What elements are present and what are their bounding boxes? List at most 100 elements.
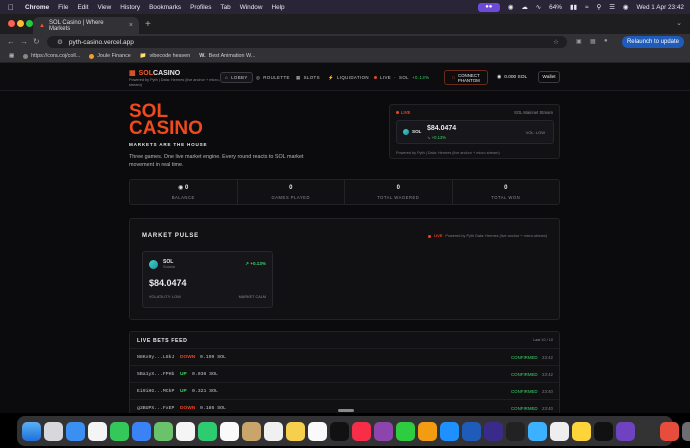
- tab-close-icon[interactable]: ×: [129, 22, 133, 29]
- menu-window[interactable]: Window: [240, 4, 263, 11]
- menu-app-name[interactable]: Chrome: [25, 4, 49, 11]
- search-icon[interactable]: ⚲: [597, 3, 602, 11]
- menubar-clock[interactable]: Wed 1 Apr 23:42: [637, 4, 685, 11]
- table-row[interactable]: N8Kx9y...L8kJ DOWN 0.199 SOL CONFIRMED 2…: [130, 348, 559, 365]
- menu-help[interactable]: Help: [271, 4, 284, 11]
- extension-puzzle-icon[interactable]: ▦: [590, 38, 596, 45]
- minimize-window-button[interactable]: [17, 20, 24, 27]
- url-text: pyth-casino.vercel.app: [68, 38, 134, 46]
- zoom-window-button[interactable]: [26, 20, 33, 27]
- close-window-button[interactable]: [8, 20, 15, 27]
- control-center-icon[interactable]: ☰: [609, 3, 615, 11]
- bookmark-item[interactable]: https://cora.coj/coll...: [23, 53, 80, 59]
- contacts-icon[interactable]: [242, 421, 261, 441]
- battery-icon[interactable]: ▮▮: [570, 3, 577, 11]
- bookmark-item[interactable]: Joule Finance: [89, 53, 131, 59]
- mail-icon[interactable]: [132, 421, 151, 441]
- connect-phantom-button[interactable]: □ CONNECT PHANTOM: [444, 70, 488, 85]
- freeform-icon[interactable]: [308, 421, 327, 441]
- live-separator: ·: [394, 75, 396, 80]
- cloud-icon[interactable]: ☁: [521, 3, 527, 11]
- live-dot-icon: [396, 111, 399, 114]
- site-info-icon[interactable]: ⚙: [57, 38, 63, 46]
- nav-balance[interactable]: ◉ 0.000 SOL: [497, 72, 527, 83]
- wallet-button[interactable]: Wallet: [538, 71, 560, 83]
- facetime-icon[interactable]: [198, 421, 217, 441]
- scroll-indicator[interactable]: [338, 409, 354, 412]
- nav-lobby-button[interactable]: ⌂ LOBBY: [220, 72, 253, 83]
- coin-icon: ◉: [497, 75, 502, 80]
- app-icon[interactable]: [660, 421, 679, 441]
- maps-icon[interactable]: [154, 421, 173, 441]
- bookmark-star-icon[interactable]: ☆: [553, 38, 559, 46]
- market-pulse-source: LIVE Powered by Pyth Data: Hermes (live …: [427, 234, 547, 238]
- forward-arrow-icon[interactable]: →: [20, 37, 28, 46]
- sol-market-card[interactable]: SOL Solana ↗ +0.13% $84.0474 VOLATILITY:…: [142, 251, 273, 308]
- menu-bookmarks[interactable]: Bookmarks: [149, 4, 181, 11]
- table-row[interactable]: 5Ba1yX...FPHb UP 0.036 SOL CONFIRMED 23:…: [130, 365, 559, 382]
- app-icon[interactable]: [484, 421, 503, 441]
- menu-tab[interactable]: Tab: [220, 4, 230, 11]
- settings-icon[interactable]: [88, 421, 107, 441]
- app-store-icon[interactable]: [66, 421, 85, 441]
- numbers-icon[interactable]: [396, 421, 415, 441]
- reload-icon[interactable]: ↻: [33, 37, 40, 46]
- bet-direction: DOWN: [180, 355, 196, 360]
- slots-icon: ▦: [296, 74, 301, 80]
- activity-monitor-icon[interactable]: [594, 421, 613, 441]
- app-icon[interactable]: [638, 421, 657, 441]
- messages-icon[interactable]: [110, 421, 129, 441]
- finder-icon[interactable]: [22, 421, 41, 441]
- tv-icon[interactable]: [330, 421, 349, 441]
- nav-slots-button[interactable]: ▦ SLOTS: [296, 72, 320, 83]
- bookmarks-apps-icon[interactable]: ▦: [9, 53, 14, 59]
- xcode-icon[interactable]: [462, 421, 481, 441]
- wave-icon[interactable]: ∿: [536, 3, 541, 11]
- table-row[interactable]: Ei9iHG...MCkP UP 0.321 SOL CONFIRMED 23:…: [130, 382, 559, 399]
- menu-edit[interactable]: Edit: [77, 4, 88, 11]
- terminal-icon[interactable]: [506, 421, 525, 441]
- stat-balance-value: 0: [185, 185, 189, 191]
- phantom-label: PHANTOM: [457, 77, 480, 83]
- tab-search-chevron-icon[interactable]: ⌄: [676, 19, 682, 27]
- podcasts-icon[interactable]: [374, 421, 393, 441]
- calendar-icon[interactable]: [220, 421, 239, 441]
- extension-icon[interactable]: ▣: [576, 38, 582, 45]
- keynote-icon[interactable]: [440, 421, 459, 441]
- wifi-icon[interactable]: ≈: [585, 4, 589, 11]
- photos-icon[interactable]: [176, 421, 195, 441]
- record-icon[interactable]: ◉: [508, 3, 514, 11]
- notes-icon[interactable]: [286, 421, 305, 441]
- menu-history[interactable]: History: [120, 4, 140, 11]
- hero-description: Three games. One live market engine. Eve…: [129, 154, 304, 168]
- feed-count: Last 10 / 10: [533, 338, 553, 342]
- downloads-icon[interactable]: [682, 421, 690, 441]
- apple-icon[interactable]: : [8, 3, 16, 12]
- status-app-icon[interactable]: ●●: [477, 2, 500, 12]
- relaunch-button[interactable]: Relaunch to update: [622, 36, 684, 48]
- music-icon[interactable]: [352, 421, 371, 441]
- siri-icon[interactable]: ◉: [623, 3, 629, 11]
- launchpad-icon[interactable]: [44, 421, 63, 441]
- address-bar[interactable]: ⚙ pyth-casino.vercel.app ☆: [47, 36, 567, 48]
- browser-icon[interactable]: [528, 421, 547, 441]
- stat-games-played: 0 GAMES PLAYED: [238, 180, 345, 204]
- menu-file[interactable]: File: [58, 4, 68, 11]
- browser-tab-active[interactable]: ▲ SOL Casino | Where Markets ×: [33, 17, 139, 34]
- pages-icon[interactable]: [418, 421, 437, 441]
- app-icon[interactable]: [616, 421, 635, 441]
- menu-view[interactable]: View: [97, 4, 111, 11]
- chrome-icon[interactable]: [550, 421, 569, 441]
- menu-profiles[interactable]: Profiles: [190, 4, 211, 11]
- live-symbol: SOL: [399, 75, 409, 80]
- bookmark-item[interactable]: W. Best Animation W...: [199, 53, 255, 59]
- bookmark-item[interactable]: 📁 vibecode heaven: [140, 53, 190, 59]
- app-icon[interactable]: [572, 421, 591, 441]
- reminders-icon[interactable]: [264, 421, 283, 441]
- nav-roulette-button[interactable]: ◎ ROULETTE: [256, 72, 290, 83]
- back-arrow-icon[interactable]: ←: [7, 37, 15, 46]
- nav-liquidation-button[interactable]: ⚡ LIQUIDATION: [328, 72, 369, 83]
- profile-avatar-icon[interactable]: ●: [604, 38, 608, 44]
- site-logo[interactable]: ▦ SOL CASINO: [129, 69, 180, 78]
- new-tab-icon[interactable]: +: [145, 19, 151, 30]
